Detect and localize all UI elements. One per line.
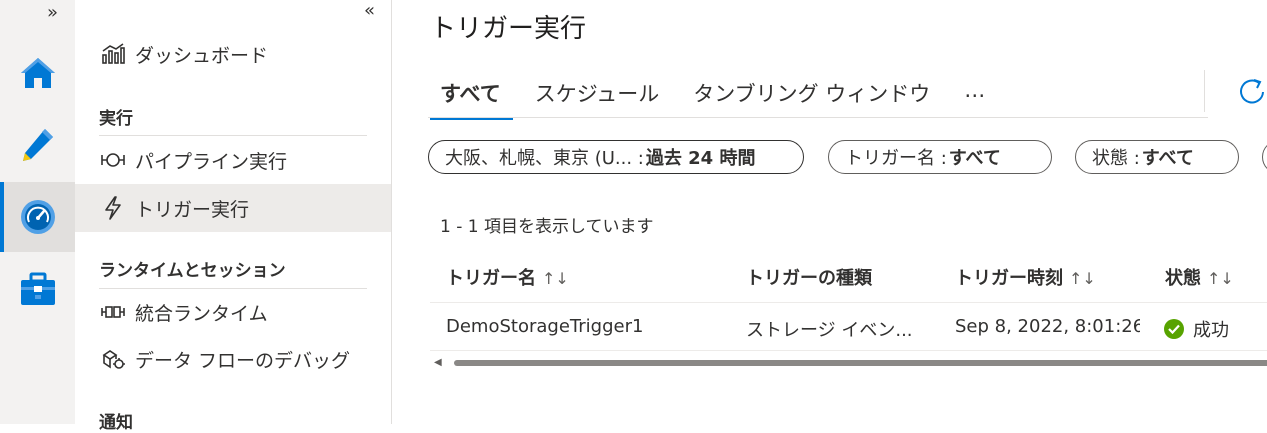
monitor-button[interactable] — [0, 182, 75, 252]
sort-icon[interactable]: ↑↓ — [542, 269, 569, 288]
menu-item-pipeline-runs[interactable]: パイプライン実行 — [75, 136, 391, 184]
dashboard-chart-icon — [95, 43, 131, 65]
menu-item-label: 統合ランタイム — [135, 302, 268, 325]
tab-tumbling-window[interactable]: タンブリング ウィンドウ — [683, 74, 942, 120]
menu-item-label: ダッシュボード — [135, 44, 269, 67]
column-header-trigger-time[interactable]: トリガー時刻 ↑↓ — [955, 264, 1096, 290]
menu-item-label: トリガー実行 — [135, 198, 250, 221]
side-menu: « ダッシュボード 実行 パイプライン実行 トリガー実行 ランタイムとセッション… — [75, 0, 392, 433]
home-icon — [20, 58, 55, 88]
dataflow-debug-icon — [95, 347, 131, 371]
menu-item-trigger-runs[interactable]: トリガー実行 — [75, 184, 391, 232]
filter-label: 状態 : — [1092, 148, 1140, 169]
more-filter-pill[interactable] — [1262, 140, 1267, 174]
column-header-trigger-type[interactable]: トリガーの種類 — [746, 264, 872, 290]
divider — [428, 117, 1208, 118]
section-notify-heading: 通知 — [99, 413, 133, 433]
toolbox-icon — [20, 272, 55, 305]
menu-item-integration-runtime[interactable]: 統合ランタイム — [75, 288, 391, 336]
section-runtime-heading: ランタイムとセッション — [99, 261, 286, 281]
tab-more[interactable]: … — [954, 74, 997, 120]
menu-item-dataflow-debug[interactable]: データ フローのデバッグ — [75, 335, 391, 383]
scrollbar-thumb[interactable] — [454, 360, 1267, 366]
results-count: 1 - 1 項目を表示しています — [440, 217, 654, 237]
cell-trigger-time: Sep 8, 2022, 8:01:26 pm — [955, 316, 1140, 337]
filter-value: 過去 24 時間 — [645, 148, 756, 169]
horizontal-scrollbar[interactable]: ◀ — [430, 355, 1267, 371]
pencil-icon — [22, 129, 53, 161]
filter-value: すべて — [1141, 148, 1194, 169]
success-check-icon — [1164, 319, 1184, 339]
lightning-bolt-icon — [95, 195, 131, 221]
sort-icon[interactable]: ↑↓ — [1207, 269, 1234, 288]
menu-item-dashboard[interactable]: ダッシュボード — [75, 30, 391, 78]
cell-trigger-type: ストレージ イベン... — [746, 320, 913, 341]
menu-item-label: パイプライン実行 — [135, 150, 288, 173]
author-button[interactable] — [0, 110, 75, 180]
cell-trigger-name[interactable]: DemoStorageTrigger1 — [446, 316, 643, 337]
menu-item-label: データ フローのデバッグ — [135, 349, 351, 372]
main-content: トリガー実行 すべて スケジュール タンブリング ウィンドウ … 大阪、札幌、東… — [392, 0, 1267, 424]
home-button[interactable] — [0, 38, 75, 108]
status-filter-pill[interactable]: 状態 : すべて — [1075, 140, 1239, 174]
manage-button[interactable] — [0, 254, 75, 324]
monitor-gauge-icon — [20, 200, 55, 234]
time-filter-pill[interactable]: 大阪、札幌、東京 (U... : 過去 24 時間 — [428, 140, 804, 174]
status-text: 成功 — [1193, 320, 1229, 341]
sort-icon[interactable]: ↑↓ — [1069, 269, 1096, 288]
pipeline-icon — [95, 151, 131, 169]
nav-rail: » — [0, 0, 75, 424]
column-header-status[interactable]: 状態 ↑↓ — [1165, 264, 1234, 290]
divider — [1204, 70, 1205, 112]
tab-bar: すべて スケジュール タンブリング ウィンドウ … — [430, 74, 1009, 120]
table-row[interactable]: DemoStorageTrigger1 ストレージ イベン... Sep 8, … — [430, 304, 1267, 351]
trigger-name-filter-pill[interactable]: トリガー名 : すべて — [828, 140, 1052, 174]
column-header-trigger-name[interactable]: トリガー名 ↑↓ — [446, 264, 569, 290]
integration-runtime-icon — [95, 303, 131, 321]
filter-value: すべて — [948, 148, 1001, 169]
filter-label: 大阪、札幌、東京 (U... : — [445, 148, 644, 169]
tab-all[interactable]: すべて — [430, 74, 513, 120]
section-runs-heading: 実行 — [99, 109, 133, 129]
collapse-menu-button[interactable]: « — [364, 0, 375, 21]
refresh-icon — [1240, 79, 1264, 104]
cell-status: 成功 — [1163, 316, 1229, 342]
tab-schedule[interactable]: スケジュール — [525, 74, 672, 120]
scroll-left-icon[interactable]: ◀ — [434, 357, 442, 368]
table-header: トリガー名 ↑↓ トリガーの種類 トリガー時刻 ↑↓ 状態 ↑↓ — [430, 252, 1267, 303]
expand-nav-button[interactable]: » — [47, 2, 58, 23]
page-title: トリガー実行 — [430, 14, 587, 44]
refresh-button[interactable] — [1237, 76, 1267, 110]
filter-label: トリガー名 : — [845, 148, 947, 169]
